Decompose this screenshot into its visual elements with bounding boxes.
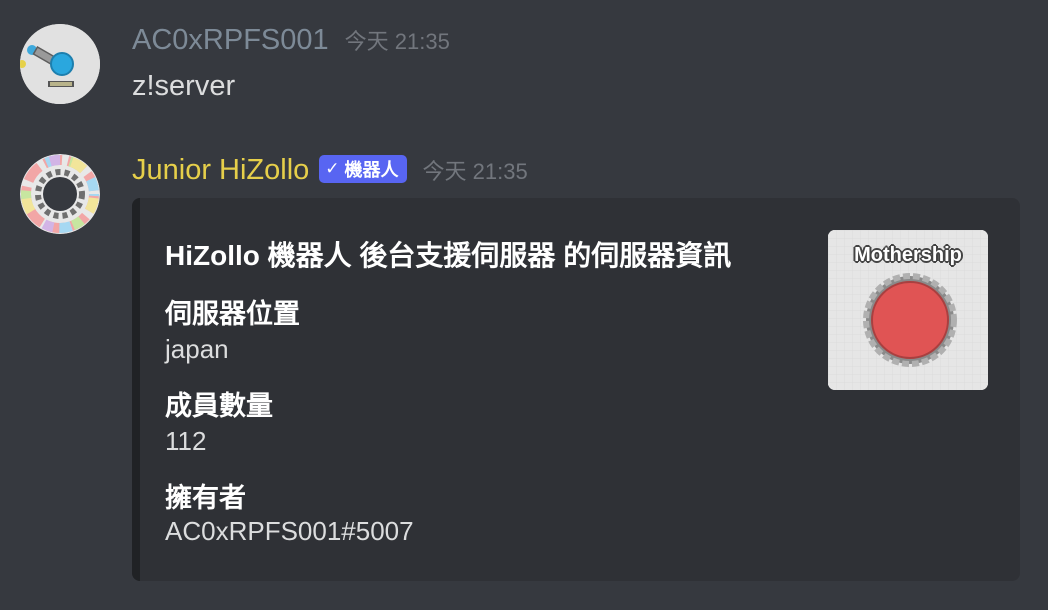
field-value-location: japan	[165, 334, 229, 364]
bot-avatar[interactable]	[20, 154, 100, 234]
tank-icon	[20, 24, 100, 104]
timestamp[interactable]: 今天 21:35	[423, 154, 528, 186]
user-avatar[interactable]	[20, 24, 100, 104]
bot-tag-label: 機器人	[344, 159, 399, 180]
field-name-location: 伺服器位置	[165, 299, 300, 329]
ring-avatar-icon	[20, 154, 100, 234]
message-header: Junior HiZollo ✓ 機器人 今天 21:35	[132, 154, 528, 187]
field-name-owner: 擁有者	[165, 483, 246, 513]
embed-accent-bar	[132, 198, 140, 581]
verified-check-icon: ✓	[325, 158, 340, 178]
field-name-members: 成員數量	[165, 391, 273, 421]
field-value-owner: AC0xRPFS001#5007	[165, 516, 414, 546]
server-info-embed: HiZollo 機器人 後台支援伺服器 的伺服器資訊 伺服器位置 japan 成…	[132, 198, 1020, 581]
message-content: z!server	[132, 70, 236, 102]
timestamp[interactable]: 今天 21:35	[345, 24, 450, 56]
message-header: AC0xRPFS001 今天 21:35	[132, 24, 450, 57]
embed-thumbnail[interactable]: Mothership	[828, 230, 988, 390]
embed-title: HiZollo 機器人 後台支援伺服器 的伺服器資訊	[165, 240, 732, 271]
chat-messages: AC0xRPFS001 今天 21:35 z!server Junior HiZ…	[0, 0, 1048, 610]
field-value-members: 112	[165, 426, 207, 456]
bot-username[interactable]: Junior HiZollo	[132, 154, 309, 187]
thumbnail-label: Mothership	[854, 244, 962, 266]
message-user: AC0xRPFS001 今天 21:35 z!server	[0, 0, 1048, 130]
username[interactable]: AC0xRPFS001	[132, 24, 329, 57]
bot-tag: ✓ 機器人	[319, 154, 407, 183]
